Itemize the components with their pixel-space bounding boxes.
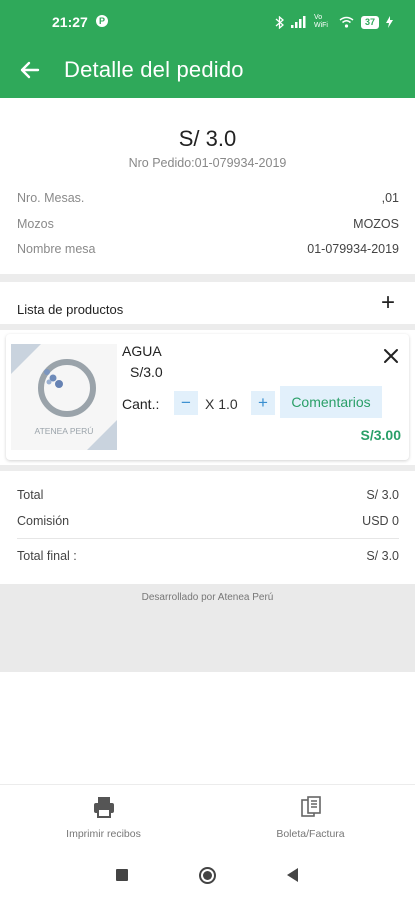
info-value: ,01	[381, 191, 399, 205]
summary-row-comision: Comisión USD 0	[17, 514, 399, 532]
system-back-button[interactable]	[287, 868, 298, 882]
info-label: Mozos	[17, 217, 54, 231]
atenea-logo: ATENEA PERÚ	[11, 344, 117, 450]
logo-caption: ATENEA PERÚ	[35, 426, 94, 436]
page-title: Detalle del pedido	[64, 57, 244, 82]
summary-label: Total	[17, 488, 44, 502]
status-icons: Vo WiFi 37	[275, 14, 393, 30]
wifi-icon	[339, 16, 354, 28]
product-image: ATENEA PERÚ	[11, 344, 117, 450]
credits-text: Desarrollado por Atenea Perú	[141, 592, 274, 603]
signal-icon	[290, 16, 306, 28]
product-total: S/3.00	[360, 427, 401, 443]
bottom-actions: Imprimir recibos Boleta/Factura	[0, 784, 415, 850]
back-button[interactable]	[14, 56, 46, 84]
home-button[interactable]	[199, 867, 216, 884]
order-number: Nro Pedido:01-079934-2019	[128, 156, 287, 170]
system-nav-bar	[0, 850, 415, 900]
bluetooth-icon	[275, 15, 284, 29]
quantity-decrease-button[interactable]: −	[174, 391, 198, 415]
charging-icon	[386, 16, 393, 28]
summary-divider	[17, 538, 399, 539]
quantity-label: Cant.:	[122, 396, 160, 412]
status-bar: 21:27 P Vo WiFi 37	[0, 0, 415, 42]
section-divider	[0, 324, 415, 330]
product-name: AGUA	[122, 343, 162, 359]
section-divider	[0, 465, 415, 471]
order-amount: S/ 3.0	[178, 126, 237, 151]
network-label: Vo WiFi	[313, 14, 328, 29]
info-label: Nombre mesa	[17, 242, 96, 256]
summary-row-total-final: Total final : S/ 3.0	[17, 549, 399, 567]
summary-value: S/ 3.0	[366, 488, 399, 502]
quantity-increase-button[interactable]: +	[251, 391, 275, 415]
remove-product-button[interactable]	[381, 346, 401, 366]
section-divider	[0, 274, 415, 282]
close-icon	[384, 349, 398, 363]
product-list-header: Lista de productos	[17, 302, 124, 317]
info-value: 01-079934-2019	[307, 242, 399, 256]
summary-value: S/ 3.0	[366, 549, 399, 563]
recents-button[interactable]	[116, 869, 128, 881]
info-label: Nro. Mesas.	[17, 191, 85, 205]
printer-icon	[93, 797, 114, 818]
quantity-value: X 1.0	[205, 396, 238, 412]
comments-button[interactable]: Comentarios	[280, 386, 382, 418]
notification-icon: P	[96, 15, 108, 27]
info-row-nombre-mesa: Nombre mesa 01-079934-2019	[17, 242, 399, 260]
info-value: MOZOS	[353, 217, 399, 231]
battery-icon: 37	[360, 15, 379, 29]
arrow-left-icon	[20, 61, 40, 79]
documents-icon	[300, 796, 321, 817]
boleta-factura-button[interactable]: Boleta/Factura	[207, 795, 414, 847]
status-time: 21:27	[52, 14, 88, 30]
app-bar: Detalle del pedido	[0, 42, 415, 98]
product-card: ATENEA PERÚ AGUA S/3.0 Cant.: − X 1.0 + …	[6, 334, 409, 460]
print-receipts-button[interactable]: Imprimir recibos	[0, 795, 207, 847]
product-unit-price: S/3.0	[130, 364, 163, 380]
print-receipts-label: Imprimir recibos	[66, 828, 141, 840]
boleta-factura-label: Boleta/Factura	[276, 828, 345, 840]
credits-footer: Desarrollado por Atenea Perú	[0, 584, 415, 672]
summary-value: USD 0	[362, 514, 399, 528]
info-row-mesas: Nro. Mesas. ,01	[17, 191, 399, 209]
summary-label: Comisión	[17, 514, 70, 528]
add-product-button[interactable]: +	[377, 291, 399, 316]
summary-label: Total final :	[17, 549, 77, 563]
summary-row-total: Total S/ 3.0	[17, 488, 399, 506]
info-row-mozos: Mozos MOZOS	[17, 217, 399, 235]
